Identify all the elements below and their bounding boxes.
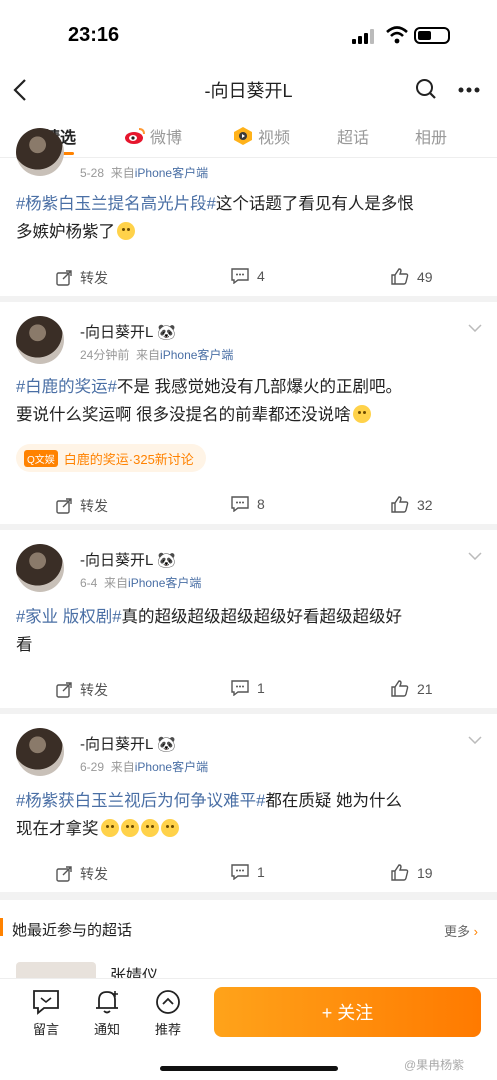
topic-pill[interactable]: Q文娱 白鹿的奖运·325新讨论 bbox=[16, 444, 206, 472]
chevron-down-icon[interactable] bbox=[468, 552, 482, 560]
emoji-icon bbox=[100, 819, 119, 837]
profile-tabs: 精选 微博 视频 超话 相册 bbox=[0, 114, 497, 158]
avatar[interactable] bbox=[16, 128, 64, 176]
post-content: #杨紫白玉兰提名高光片段#这个话题了看见有人是多恨 多嫉妒杨紫了 bbox=[16, 195, 414, 241]
post-actions: 转发 1 19 bbox=[0, 864, 497, 888]
comment-icon bbox=[231, 268, 249, 284]
tab-video[interactable]: 视频 bbox=[232, 124, 290, 148]
more-link[interactable]: 更多 › bbox=[444, 921, 478, 940]
home-indicator bbox=[160, 1066, 338, 1071]
panda-icon: 🐼 bbox=[157, 735, 177, 753]
like-button[interactable]: 19 bbox=[391, 864, 433, 881]
follow-button[interactable]: + 关注 bbox=[214, 987, 481, 1037]
comment-button[interactable]: 1 bbox=[231, 680, 265, 696]
wifi-icon bbox=[386, 26, 408, 44]
comment-icon bbox=[231, 680, 249, 696]
message-button[interactable]: 留言 bbox=[21, 989, 71, 1038]
like-icon bbox=[391, 268, 409, 285]
topic-link[interactable]: #家业 版权剧# bbox=[16, 608, 121, 626]
section-title: 她最近参与的超话 bbox=[12, 922, 133, 939]
post-meta: 6-29 来自iPhone客户端 bbox=[80, 760, 209, 774]
bell-icon bbox=[96, 991, 118, 1014]
post-card[interactable]: -向日葵开L 🐼 6-29 来自iPhone客户端 #杨紫获白玉兰视后为何争议难平… bbox=[0, 714, 497, 892]
post-content: #杨紫获白玉兰视后为何争议难平#都在质疑 她为什么 现在才拿奖 bbox=[16, 792, 402, 838]
repost-button[interactable]: 转发 bbox=[56, 680, 108, 700]
post-source: iPhone客户端 bbox=[160, 348, 234, 362]
avatar[interactable] bbox=[16, 728, 64, 776]
topic-link[interactable]: #杨紫白玉兰提名高光片段# bbox=[16, 195, 216, 213]
post-actions: 转发 4 49 bbox=[0, 268, 497, 292]
post-username[interactable]: -向日葵开L 🐼 bbox=[80, 321, 176, 342]
post-card[interactable]: -向日葵开L 🐼 24分钟前 来自iPhone客户端 #白鹿的奖运#不是 我感觉她… bbox=[0, 302, 497, 524]
post-content: #白鹿的奖运#不是 我感觉她没有几部爆火的正剧吧。 要说什么奖运啊 很多没提名的… bbox=[16, 378, 402, 424]
like-icon bbox=[391, 864, 409, 881]
search-icon[interactable] bbox=[415, 78, 437, 100]
repost-icon bbox=[56, 866, 72, 882]
post-card[interactable]: 5-28 来自iPhone客户端 #杨紫白玉兰提名高光片段#这个话题了看见有人是… bbox=[0, 128, 497, 296]
repost-button[interactable]: 转发 bbox=[56, 864, 108, 884]
like-icon bbox=[391, 680, 409, 697]
like-button[interactable]: 32 bbox=[391, 496, 433, 513]
panda-icon: 🐼 bbox=[157, 551, 177, 569]
comment-button[interactable]: 4 bbox=[231, 268, 265, 284]
pill-tag: Q文娱 bbox=[24, 449, 58, 467]
status-bar: 23:16 bbox=[0, 0, 497, 70]
post-source: iPhone客户端 bbox=[128, 576, 202, 590]
post-meta: 6-4 来自iPhone客户端 bbox=[80, 576, 202, 590]
like-icon bbox=[391, 496, 409, 513]
emoji-icon bbox=[352, 405, 371, 423]
post-meta: 24分钟前 来自iPhone客户端 bbox=[80, 348, 234, 362]
video-icon bbox=[234, 127, 252, 145]
post-card[interactable]: -向日葵开L 🐼 6-4 来自iPhone客户端 #家业 版权剧#真的超级超级超级… bbox=[0, 530, 497, 708]
topic-link[interactable]: #白鹿的奖运# bbox=[16, 378, 117, 396]
supertopic-name[interactable]: 张婧仪 bbox=[110, 962, 158, 978]
recommend-button[interactable]: 推荐 bbox=[143, 989, 193, 1038]
avatar[interactable] bbox=[16, 544, 64, 592]
panda-icon: 🐼 bbox=[157, 323, 177, 341]
comment-button[interactable]: 1 bbox=[231, 864, 265, 880]
post-content: #家业 版权剧#真的超级超级超级超级好看超级超级好 看 bbox=[16, 608, 402, 654]
repost-button[interactable]: 转发 bbox=[56, 496, 108, 516]
emoji-icon bbox=[120, 819, 139, 837]
post-actions: 转发 1 21 bbox=[0, 680, 497, 704]
watermark: @果冉杨紫 bbox=[404, 1058, 465, 1072]
supertopic-section: 她最近参与的超话 更多 › 张婧仪 bbox=[0, 900, 497, 980]
comment-icon bbox=[231, 496, 249, 512]
tab-album[interactable]: 相册 bbox=[415, 124, 447, 148]
repost-icon bbox=[56, 270, 72, 286]
status-time: 23:16 bbox=[68, 24, 120, 46]
signal-icon bbox=[352, 29, 374, 44]
comment-icon bbox=[231, 864, 249, 880]
emoji-icon bbox=[117, 222, 135, 240]
chevron-down-icon[interactable] bbox=[468, 324, 482, 332]
divider bbox=[0, 892, 497, 900]
post-source: iPhone客户端 bbox=[134, 166, 209, 180]
repost-icon bbox=[56, 498, 72, 514]
repost-icon bbox=[56, 682, 72, 698]
emoji-icon bbox=[140, 819, 159, 837]
post-meta: 5-28 来自iPhone客户端 bbox=[80, 166, 209, 180]
chevron-up-circle-icon bbox=[156, 990, 180, 1014]
topic-link[interactable]: #杨紫获白玉兰视后为何争议难平# bbox=[16, 792, 265, 810]
battery-icon bbox=[414, 27, 450, 44]
more-icon[interactable] bbox=[458, 87, 480, 93]
chevron-down-icon[interactable] bbox=[468, 736, 482, 744]
like-button[interactable]: 49 bbox=[391, 268, 433, 285]
nav-bar: -向日葵开L bbox=[0, 70, 497, 110]
comment-button[interactable]: 8 bbox=[231, 496, 265, 512]
notify-button[interactable]: 通知 bbox=[82, 989, 132, 1038]
post-actions: 转发 8 32 bbox=[0, 496, 497, 520]
section-accent bbox=[0, 918, 3, 936]
like-button[interactable]: 21 bbox=[391, 680, 433, 697]
message-icon bbox=[33, 990, 59, 1015]
post-source: iPhone客户端 bbox=[134, 760, 209, 774]
weibo-icon bbox=[125, 128, 145, 144]
repost-button[interactable]: 转发 bbox=[56, 268, 108, 288]
avatar[interactable] bbox=[16, 316, 64, 364]
post-username[interactable]: -向日葵开L 🐼 bbox=[80, 549, 176, 570]
post-username[interactable]: -向日葵开L 🐼 bbox=[80, 733, 176, 754]
tab-supertopic[interactable]: 超话 bbox=[337, 124, 369, 148]
tab-weibo[interactable]: 微博 bbox=[124, 124, 182, 148]
emoji-icon bbox=[160, 819, 179, 837]
